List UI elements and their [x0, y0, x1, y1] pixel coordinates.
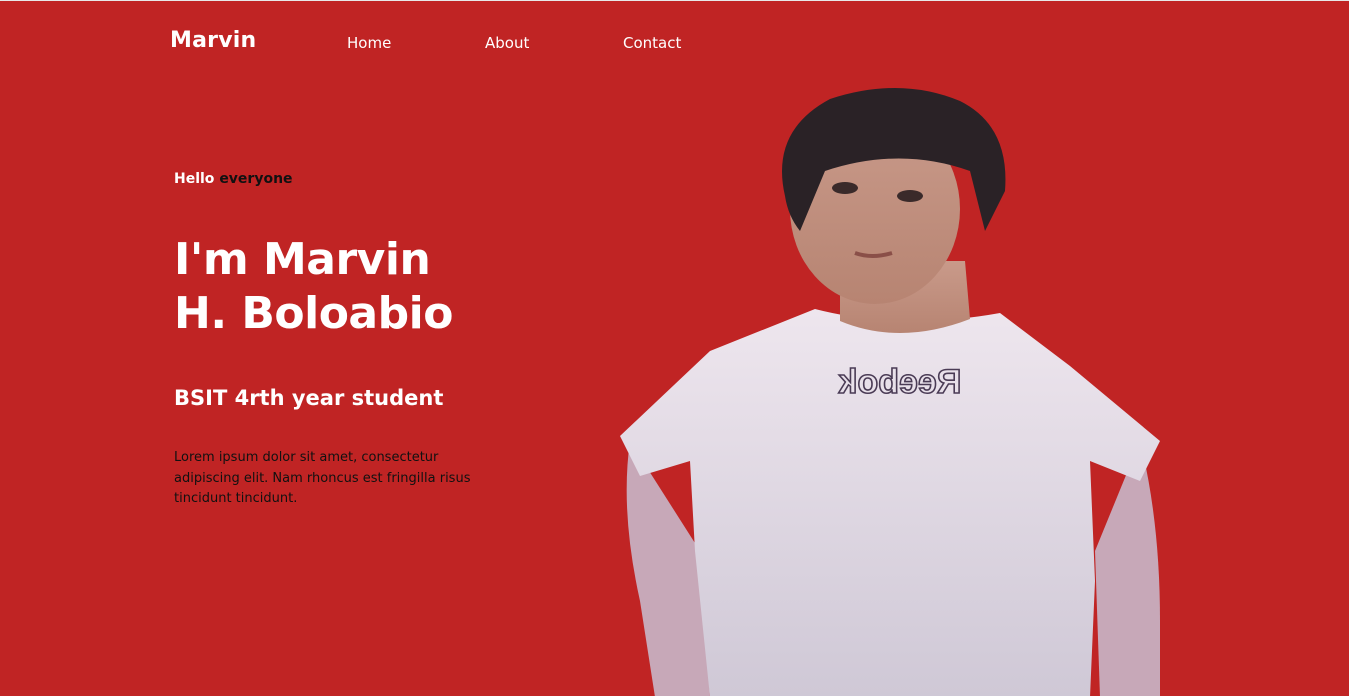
profile-photo: Reebok	[620, 87, 1160, 696]
hero-name-line2: H. Boloabio	[174, 288, 453, 339]
hero-name-heading: I'm Marvin H. Boloabio	[174, 233, 594, 341]
top-navigation: Marvin Home About Contact	[0, 1, 1349, 87]
left-eye	[832, 182, 858, 194]
svg-text:Reebok: Reebok	[839, 363, 962, 401]
hero-description: Lorem ipsum dolor sit amet, consectetur …	[174, 450, 471, 506]
nav-link-about[interactable]: About	[485, 34, 529, 52]
right-eye	[897, 190, 923, 202]
hero-role: BSIT 4rth year student	[174, 386, 444, 410]
greeting: Hello everyone	[174, 171, 293, 187]
nav-link-home[interactable]: Home	[347, 34, 391, 52]
right-arm	[1095, 441, 1160, 696]
hero-name-line1: I'm Marvin	[174, 234, 431, 285]
greeting-hello: Hello	[174, 171, 215, 187]
nav-link-contact[interactable]: Contact	[623, 34, 681, 52]
shirt-logo: Reebok	[838, 362, 963, 402]
greeting-everyone: everyone	[219, 171, 293, 187]
site-logo[interactable]: Marvin	[170, 28, 256, 53]
